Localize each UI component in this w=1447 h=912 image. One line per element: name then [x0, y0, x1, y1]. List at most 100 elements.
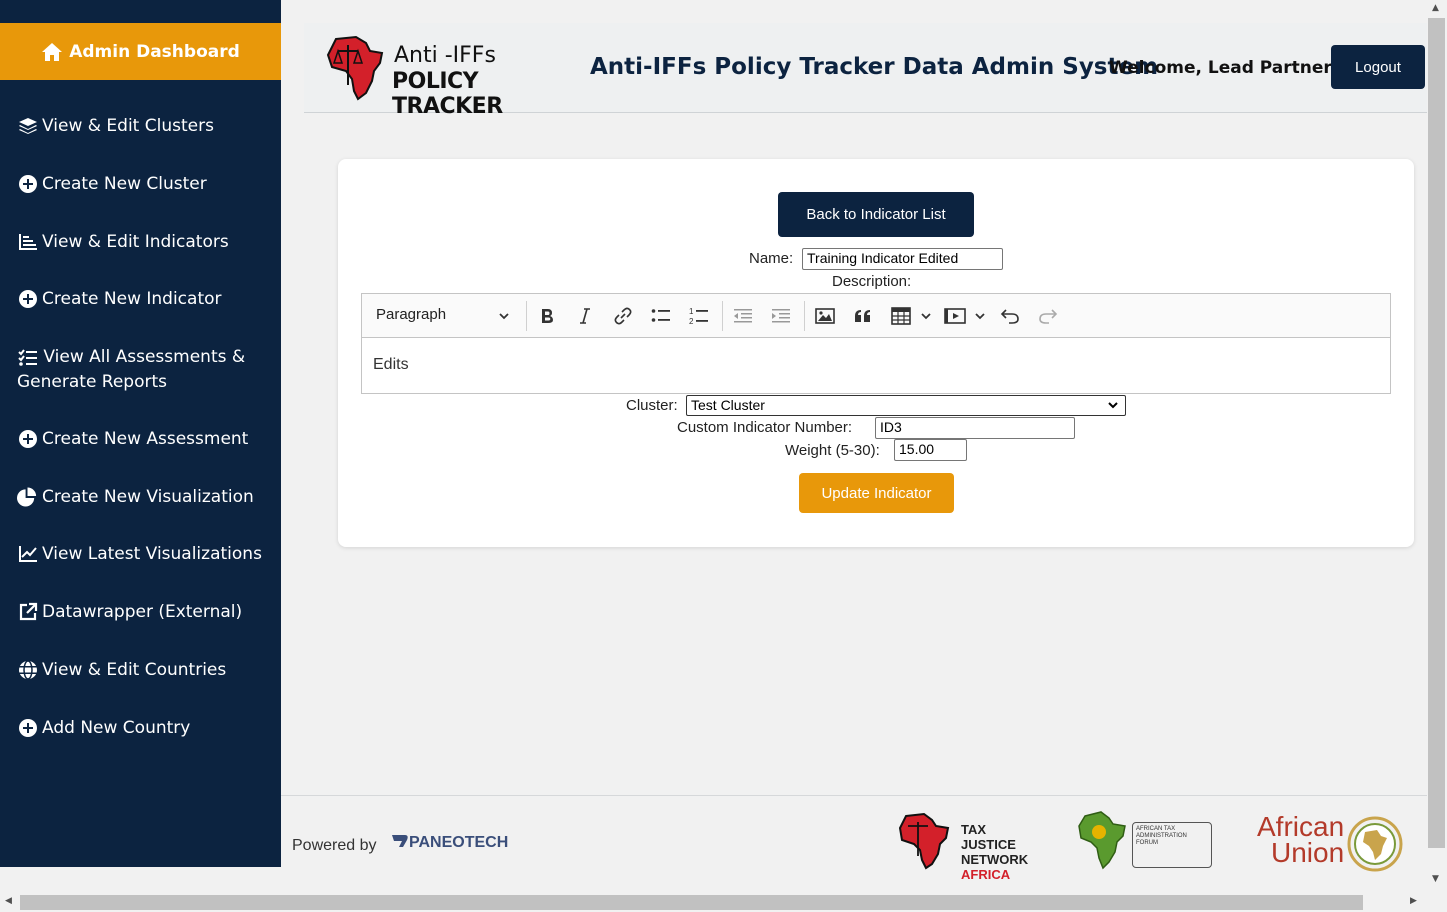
custom-indicator-number-label: Custom Indicator Number:	[677, 419, 853, 436]
page-title: Anti-IFFs Policy Tracker Data Admin Syst…	[590, 54, 1159, 80]
link-icon[interactable]	[612, 305, 634, 327]
sidebar-item-datawrapper-external[interactable]: Datawrapper (External)	[17, 600, 267, 624]
sidebar-item-label: Create New Cluster	[42, 174, 207, 194]
sidebar-item-view-edit-indicators[interactable]: View & Edit Indicators	[17, 230, 267, 254]
chevron-down-icon	[1107, 399, 1119, 415]
update-indicator-button[interactable]: Update Indicator	[799, 473, 954, 513]
sidebar-item-create-new-visualization[interactable]: Create New Visualization	[17, 485, 267, 509]
vertical-scrollbar[interactable]: ▲ ▼	[1427, 0, 1447, 893]
back-to-indicator-list-button[interactable]: Back to Indicator List	[778, 192, 974, 237]
sidebar-item-view-all-assessments[interactable]: View All Assessments & Generate Reports	[17, 345, 267, 394]
sidebar-item-label: View Latest Visualizations	[42, 544, 262, 564]
sidebar-item-add-new-country[interactable]: Add New Country	[17, 716, 267, 740]
sidebar-item-label: View & Edit Indicators	[42, 232, 229, 252]
plus-circle-icon	[17, 716, 38, 740]
logout-button[interactable]: Logout	[1331, 45, 1425, 89]
africa-map-icon	[898, 812, 950, 870]
scroll-right-arrow-icon[interactable]: ▶	[1410, 896, 1417, 906]
paragraph-label: Paragraph	[376, 306, 447, 323]
sidebar-item-create-new-cluster[interactable]: Create New Cluster	[17, 172, 267, 196]
paneotech-logo[interactable]: PANEOTECH	[391, 833, 508, 852]
numbered-list-icon[interactable]: 12	[688, 305, 710, 327]
scroll-up-arrow-icon[interactable]: ▲	[1432, 3, 1439, 13]
pie-chart-icon	[17, 485, 38, 509]
tjn-line2: NETWORK	[961, 852, 1029, 867]
africa-map-icon	[326, 35, 384, 101]
checklist-icon	[17, 346, 38, 370]
bar-list-icon	[17, 230, 38, 254]
custom-indicator-number-field[interactable]: ID3	[875, 417, 1075, 439]
au-line2: Union	[1271, 837, 1345, 868]
vertical-scrollbar-thumb[interactable]	[1428, 18, 1445, 848]
sidebar-item-label: View & Edit Countries	[42, 660, 227, 680]
image-icon[interactable]	[814, 305, 836, 327]
chevron-down-icon[interactable]	[969, 305, 991, 327]
chevron-down-icon	[498, 307, 510, 329]
sidebar-item-label: Create New Assessment	[42, 429, 249, 449]
paneotech-mark-icon	[392, 835, 408, 847]
african-tax-administration-forum-logo[interactable]: AFRICAN TAX ADMINISTRATION FORUM	[1077, 810, 1213, 872]
welcome-text: Welcome, Lead Partner!	[1109, 58, 1340, 78]
logo-line1: Anti -IFFs	[394, 43, 496, 68]
sidebar-item-label: Add New Country	[42, 718, 191, 738]
sidebar-item-view-edit-clusters[interactable]: View & Edit Clusters	[17, 114, 267, 138]
admin-dashboard-button[interactable]: Admin Dashboard	[0, 23, 281, 80]
horizontal-scrollbar-thumb[interactable]	[20, 895, 1363, 910]
sidebar-item-view-latest-visualizations[interactable]: View Latest Visualizations	[17, 542, 267, 566]
sidebar-item-create-new-assessment[interactable]: Create New Assessment	[17, 427, 267, 451]
layers-icon	[17, 114, 38, 138]
external-link-icon	[17, 600, 38, 624]
indent-icon[interactable]	[770, 305, 792, 327]
cluster-selected-value: Test Cluster	[691, 397, 765, 413]
plus-circle-icon	[17, 287, 38, 311]
sidebar: Admin Dashboard View & Edit Clusters Cre…	[0, 0, 281, 867]
sidebar-item-view-edit-countries[interactable]: View & Edit Countries	[17, 658, 267, 682]
table-icon[interactable]	[890, 305, 912, 327]
line-chart-icon	[17, 542, 38, 566]
tjn-line1: TAX JUSTICE	[961, 822, 1016, 852]
italic-icon[interactable]	[574, 305, 596, 327]
sidebar-item-label: Datawrapper (External)	[42, 602, 243, 622]
description-editor: Paragraph 12 Edits	[361, 293, 1391, 394]
horizontal-scrollbar[interactable]: ◀ ▶	[0, 893, 1447, 912]
outdent-icon[interactable]	[732, 305, 754, 327]
powered-by-text: Powered by	[292, 837, 377, 854]
svg-text:2: 2	[689, 317, 694, 326]
main-content: Anti -IFFs POLICY TRACKER Anti-IFFs Poli…	[281, 0, 1427, 893]
africa-map-icon	[1078, 811, 1126, 870]
cluster-label: Cluster:	[626, 397, 678, 414]
globe-icon	[17, 658, 38, 682]
editor-content[interactable]: Edits	[362, 338, 1390, 392]
home-icon	[42, 42, 63, 61]
admin-dashboard-label: Admin Dashboard	[69, 41, 240, 62]
plus-circle-icon	[17, 427, 38, 451]
bulleted-list-icon[interactable]	[650, 305, 672, 327]
african-union-logo[interactable]: African Union	[1257, 813, 1407, 874]
sidebar-item-label: View & Edit Clusters	[42, 116, 214, 136]
block-quote-icon[interactable]	[852, 305, 874, 327]
chevron-down-icon[interactable]	[915, 305, 937, 327]
anti-iffs-logo[interactable]: Anti -IFFs POLICY TRACKER	[326, 35, 566, 119]
header: Anti -IFFs POLICY TRACKER Anti-IFFs Poli…	[304, 23, 1427, 119]
name-label: Name:	[749, 250, 794, 267]
bold-icon[interactable]	[536, 305, 558, 327]
redo-icon[interactable]	[1037, 305, 1059, 327]
atf-line1: AFRICAN TAX	[1136, 826, 1176, 832]
atf-line2: ADMINISTRATION FORUM	[1136, 833, 1187, 846]
sidebar-item-create-new-indicator[interactable]: Create New Indicator	[17, 287, 267, 311]
footer: Powered by PANEOTECH TAX JUSTICE NETWORK…	[281, 795, 1427, 893]
edit-indicator-form: Back to Indicator List Name: Training In…	[338, 159, 1414, 547]
au-emblem-icon	[1347, 816, 1403, 872]
cluster-select[interactable]: Test Cluster	[686, 395, 1126, 416]
weight-field[interactable]: 15.00	[894, 439, 967, 461]
plus-circle-icon	[17, 172, 38, 196]
sidebar-item-label: View All Assessments & Generate Reports	[17, 347, 246, 392]
tax-justice-network-africa-logo[interactable]: TAX JUSTICE NETWORK AFRICA	[898, 812, 1033, 882]
undo-icon[interactable]	[999, 305, 1021, 327]
logo-line2: POLICY TRACKER	[392, 69, 503, 119]
scroll-left-arrow-icon[interactable]: ◀	[5, 896, 12, 906]
scroll-down-arrow-icon[interactable]: ▼	[1432, 874, 1439, 884]
weight-label: Weight (5-30):	[785, 442, 880, 459]
name-field[interactable]: Training Indicator Edited	[802, 248, 1003, 270]
media-embed-icon[interactable]	[944, 305, 966, 327]
